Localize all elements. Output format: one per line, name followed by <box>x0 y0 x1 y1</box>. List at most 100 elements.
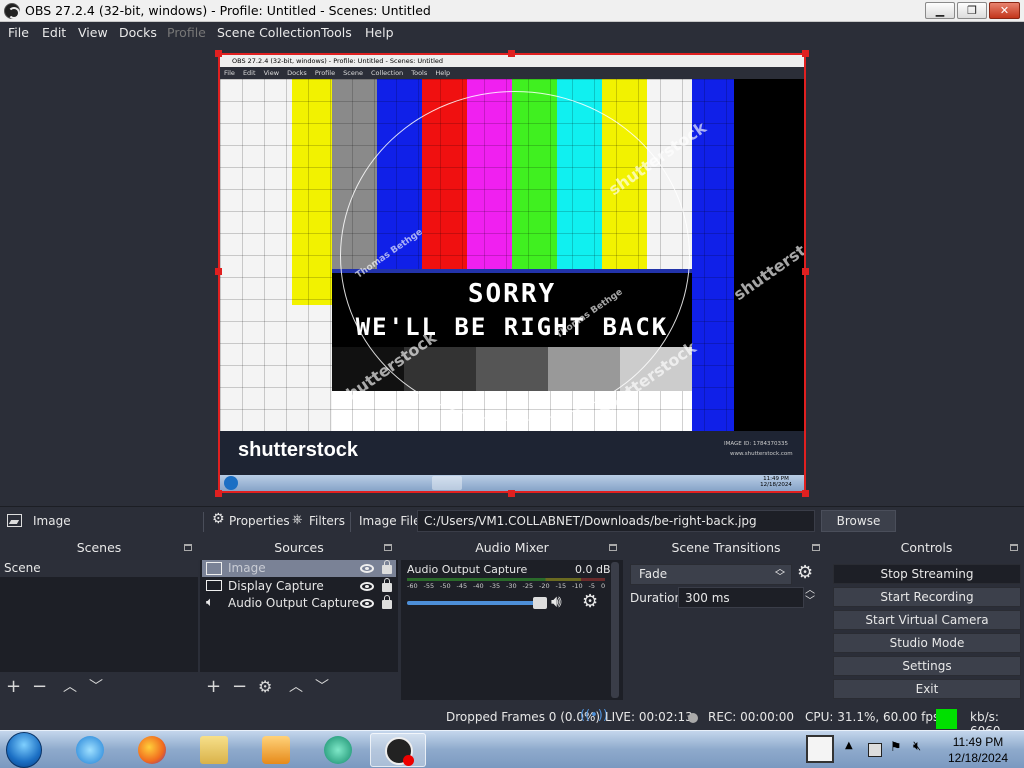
move-down-icon[interactable]: ﹀ <box>315 677 329 697</box>
maximize-button[interactable]: ❐ <box>957 2 987 19</box>
move-up-icon[interactable]: ︿ <box>63 677 77 697</box>
source-item[interactable]: 🔈︎ Audio Output Capture <box>202 595 396 612</box>
close-button[interactable]: ✕ <box>989 2 1020 19</box>
source-properties-gear-icon[interactable]: ⚙ <box>258 677 272 697</box>
resize-handle-bl[interactable] <box>215 490 222 497</box>
monitor-icon <box>206 580 222 591</box>
duration-stepper-icon[interactable]: ︿ ﹀ <box>805 585 815 607</box>
menu-docks[interactable]: Docks <box>119 25 157 40</box>
menu-help[interactable]: Help <box>365 25 394 40</box>
lock-icon[interactable] <box>382 560 392 574</box>
volume-muted-icon[interactable]: 🔇︎ <box>913 739 927 754</box>
menu-file[interactable]: File <box>8 25 29 40</box>
start-button[interactable] <box>6 732 42 768</box>
move-up-icon[interactable]: ︿ <box>289 677 303 697</box>
tray-expand-icon[interactable]: ▲ <box>845 740 859 754</box>
network-icon[interactable] <box>868 743 882 757</box>
meter-scale: -60 -55 -50 -45 -40 -35 -30 -25 -20 -15 -10 -5 0 <box>407 582 605 592</box>
add-scene-icon[interactable]: + <box>6 677 21 697</box>
channel-level: 0.0 dB <box>575 563 611 576</box>
filters-button[interactable]: Filters <box>309 514 345 528</box>
taskbar-app-teal[interactable] <box>310 733 366 767</box>
visibility-eye-icon[interactable] <box>360 564 374 573</box>
pen-tablet-icon[interactable] <box>806 735 834 763</box>
undock-icon[interactable] <box>812 544 820 551</box>
menu-tools[interactable]: Tools <box>321 25 352 40</box>
media-player-icon <box>262 736 290 764</box>
stop-streaming-button[interactable]: Stop Streaming <box>833 564 1021 584</box>
undock-icon[interactable] <box>609 544 617 551</box>
volume-slider-track[interactable] <box>407 601 547 605</box>
resize-handle-tr[interactable] <box>802 50 809 57</box>
resize-handle-l[interactable] <box>215 268 222 275</box>
remove-source-icon[interactable]: − <box>232 677 247 697</box>
resize-handle-r[interactable] <box>802 268 809 275</box>
filters-icon[interactable]: ⎈ <box>292 512 302 527</box>
lock-icon[interactable] <box>382 595 392 609</box>
properties-button[interactable]: Properties <box>229 514 290 528</box>
image-id: IMAGE ID: 1784370335 <box>724 441 788 447</box>
resize-handle-t[interactable] <box>508 50 515 57</box>
minimize-button[interactable]: ▁ <box>925 2 955 19</box>
taskbar-media-player[interactable] <box>248 733 304 767</box>
settings-button[interactable]: Settings <box>833 656 1021 676</box>
live-time: LIVE: 00:02:13 <box>605 710 693 724</box>
taskbar-obs[interactable] <box>370 733 426 767</box>
visibility-eye-icon[interactable] <box>360 599 374 608</box>
start-recording-button[interactable]: Start Recording <box>833 587 1021 607</box>
visibility-eye-icon[interactable] <box>360 582 374 591</box>
image-file-label: Image File <box>359 514 421 528</box>
studio-mode-button[interactable]: Studio Mode <box>833 633 1021 653</box>
mute-speaker-icon[interactable]: 🔊︎ <box>551 592 562 612</box>
menu-edit[interactable]: Edit <box>42 25 66 40</box>
meter-tick-label: -40 <box>473 582 484 590</box>
resize-handle-br[interactable] <box>802 490 809 497</box>
undock-icon[interactable] <box>184 544 192 551</box>
taskbar-firefox[interactable] <box>124 733 180 767</box>
add-source-icon[interactable]: + <box>206 677 221 697</box>
system-clock[interactable]: 11:49 PM 12/18/2024 <box>933 734 1023 766</box>
inner-clock-date: 12/18/2024 <box>760 482 792 488</box>
mixer-panel: Audio Output Capture 0.0 dB -60 -55 -50 -45… <box>401 560 623 700</box>
lock-icon[interactable] <box>382 578 392 592</box>
volume-slider-handle[interactable] <box>533 597 547 609</box>
transition-select[interactable]: Fade ︿ ﹀ <box>630 564 792 585</box>
undock-icon[interactable] <box>1010 544 1018 551</box>
exit-button[interactable]: Exit <box>833 679 1021 699</box>
taskbar-explorer[interactable] <box>186 733 242 767</box>
gear-icon[interactable]: ⚙ <box>212 511 225 527</box>
remove-scene-icon[interactable]: − <box>32 677 47 697</box>
start-virtual-camera-button[interactable]: Start Virtual Camera <box>833 610 1021 630</box>
duration-field[interactable]: 300 ms <box>678 587 804 608</box>
mixer-scrollbar[interactable] <box>611 562 619 698</box>
move-down-icon[interactable]: ﹀ <box>89 677 103 697</box>
firefox-icon <box>138 736 166 764</box>
resize-handle-tl[interactable] <box>215 50 222 57</box>
menu-scene-collection[interactable]: Scene Collection <box>217 25 321 40</box>
source-item[interactable]: Display Capture <box>202 578 396 595</box>
resize-handle-b[interactable] <box>508 490 515 497</box>
meter-tick-label: -25 <box>522 582 534 590</box>
mixer-gear-icon[interactable]: ⚙ <box>582 591 598 612</box>
meter-tick-label: -5 <box>588 582 595 590</box>
scenes-list[interactable]: Scene <box>0 560 198 672</box>
scene-item[interactable]: Scene <box>0 560 198 577</box>
record-dot-icon <box>688 713 698 723</box>
obs-logo-icon <box>4 3 20 19</box>
undock-icon[interactable] <box>384 544 392 551</box>
transition-gear-icon[interactable]: ⚙ <box>797 562 813 583</box>
browse-button[interactable]: Browse <box>821 510 896 532</box>
flag-icon[interactable]: ⚑ <box>890 740 904 755</box>
image-file-path-field[interactable]: C:/Users/VM1.COLLABNET/Downloads/be-righ… <box>417 510 815 532</box>
broadcast-icon: ((•)) <box>580 708 608 723</box>
window-title: OBS 27.2.4 (32-bit, windows) - Profile: … <box>25 3 431 18</box>
audio-mixer-dock: Audio Mixer Audio Output Capture 0.0 dB … <box>401 537 623 703</box>
spinner-arrows-icon: ︿ ﹀ <box>775 564 785 583</box>
taskbar-ie[interactable] <box>62 733 118 767</box>
sources-list[interactable]: Image Display Capture 🔈︎ Audio Output Ca… <box>200 560 398 672</box>
menu-view[interactable]: View <box>78 25 108 40</box>
image-icon <box>206 562 222 575</box>
preview-source-image[interactable]: OBS 27.2.4 (32-bit, windows) - Profile: … <box>218 53 806 493</box>
menu-profile: Profile <box>167 25 206 40</box>
source-item[interactable]: Image <box>202 560 396 577</box>
